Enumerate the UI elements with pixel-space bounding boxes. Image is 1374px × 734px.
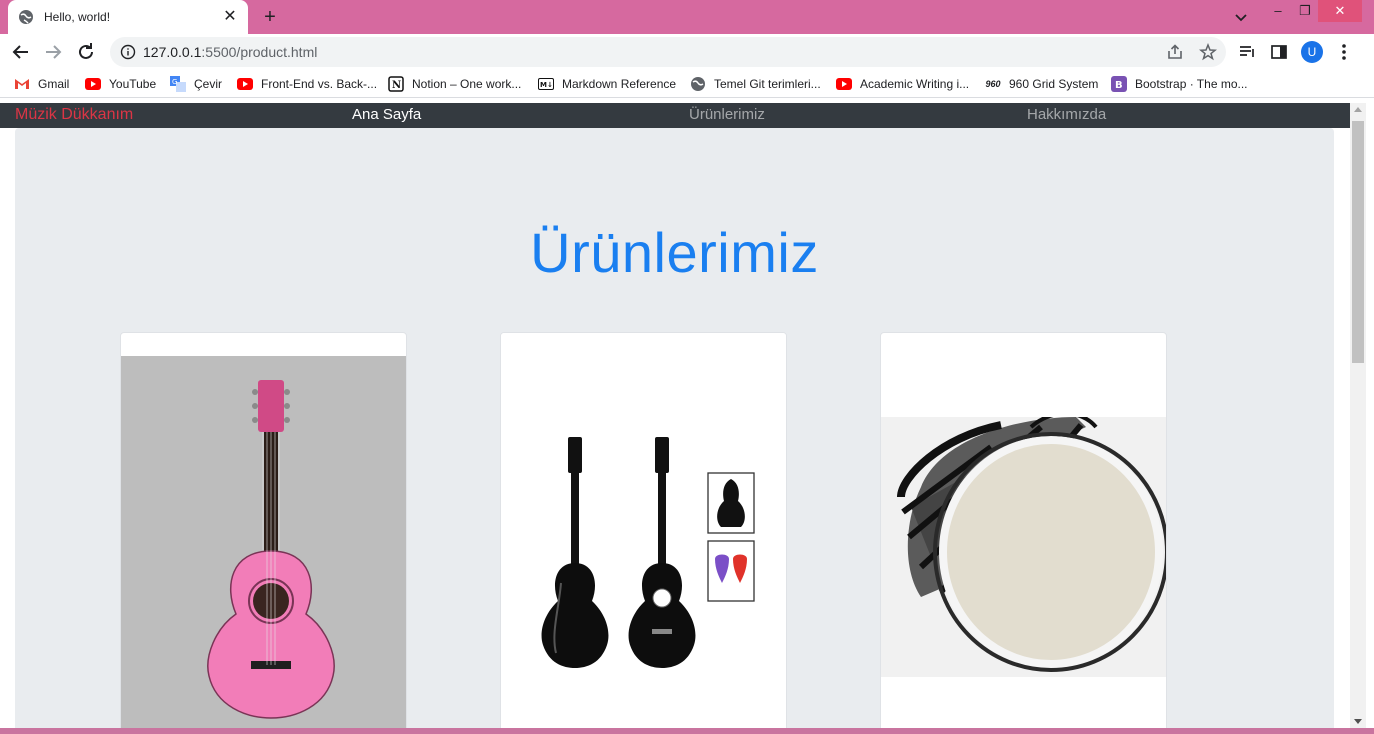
product-card[interactable]: [500, 332, 787, 728]
svg-text:M↓: M↓: [540, 81, 553, 89]
svg-text:N: N: [392, 80, 401, 91]
site-navbar: Müzik Dükkanım Ana Sayfa Ürünlerimiz Hak…: [0, 103, 1350, 128]
navbar-brand[interactable]: Müzik Dükkanım: [15, 106, 133, 124]
window-close-button[interactable]: ✕: [1318, 0, 1362, 22]
globe-icon: [690, 76, 706, 92]
address-bar[interactable]: 127.0.0.1:5500/product.html: [110, 37, 1226, 67]
bookmark-academic-writing[interactable]: Academic Writing i...: [836, 75, 969, 93]
browser-tab-strip: Hello, world! ✕ + – ❐ ✕: [0, 0, 1374, 34]
products-section: Ürünlerimiz: [15, 128, 1334, 728]
scrollbar-thumb[interactable]: [1352, 121, 1364, 363]
scroll-down-arrow-icon[interactable]: [1354, 719, 1362, 724]
nav-link-home[interactable]: Ana Sayfa: [352, 106, 421, 123]
nav-link-products[interactable]: Ürünlerimiz: [689, 106, 765, 123]
close-tab-icon[interactable]: ✕: [222, 9, 238, 25]
black-guitar-set-image: [501, 333, 786, 728]
bookmark-translate[interactable]: G Çevir: [170, 75, 222, 93]
svg-text:B: B: [1115, 80, 1123, 91]
page-viewport: Müzik Dükkanım Ana Sayfa Ürünlerimiz Hak…: [0, 103, 1350, 728]
pink-guitar-image: [121, 356, 406, 728]
bookmark-960-grid[interactable]: 960 960 Grid System: [985, 75, 1098, 93]
translate-icon: G: [170, 76, 186, 92]
bookmark-gmail[interactable]: Gmail: [14, 75, 69, 93]
bookmark-bootstrap[interactable]: B Bootstrap · The mo...: [1111, 75, 1248, 93]
url-text: 127.0.0.1:5500/product.html: [143, 44, 318, 60]
bookmark-frontend-backend[interactable]: Front-End vs. Back-...: [237, 75, 377, 93]
new-tab-button[interactable]: +: [258, 6, 282, 28]
scroll-up-arrow-icon[interactable]: [1354, 107, 1362, 112]
reload-icon[interactable]: [74, 40, 98, 64]
forward-arrow-icon[interactable]: [41, 40, 65, 64]
nav-link-about[interactable]: Hakkımızda: [1027, 106, 1106, 123]
star-icon[interactable]: [1199, 43, 1217, 61]
more-menu-icon[interactable]: [1336, 42, 1352, 62]
restore-button[interactable]: ❐: [1291, 0, 1319, 22]
bootstrap-icon: B: [1111, 76, 1127, 92]
notion-icon: N: [388, 76, 404, 92]
product-card[interactable]: [120, 332, 407, 728]
gmail-icon: [14, 76, 30, 92]
browser-toolbar: 127.0.0.1:5500/product.html U: [0, 34, 1374, 70]
side-panel-icon[interactable]: [1270, 43, 1288, 61]
minimize-button[interactable]: –: [1264, 0, 1292, 22]
window-edge: [1366, 103, 1374, 728]
tab-title: Hello, world!: [44, 10, 111, 24]
share-icon[interactable]: [1166, 43, 1184, 61]
back-arrow-icon[interactable]: [9, 40, 33, 64]
globe-icon: [19, 10, 33, 24]
svg-text:G: G: [172, 78, 177, 86]
os-taskbar: [0, 728, 1374, 734]
reading-list-icon[interactable]: [1238, 43, 1256, 61]
browser-tab[interactable]: Hello, world! ✕: [8, 0, 248, 34]
youtube-icon: [85, 76, 101, 92]
bookmark-git-terms[interactable]: Temel Git terimleri...: [690, 75, 821, 93]
bookmark-markdown[interactable]: M↓ Markdown Reference: [538, 75, 676, 93]
chevron-down-icon[interactable]: [1230, 6, 1252, 28]
vertical-scrollbar[interactable]: [1350, 103, 1366, 728]
bookmark-notion[interactable]: N Notion – One work...: [388, 75, 521, 93]
bookmark-youtube[interactable]: YouTube: [85, 75, 156, 93]
drum-image: [881, 417, 1166, 677]
grid960-icon: 960: [985, 79, 1001, 89]
page-title: Ürünlerimiz: [530, 221, 819, 284]
youtube-icon: [836, 76, 852, 92]
product-card[interactable]: [880, 332, 1167, 728]
markdown-icon: M↓: [538, 76, 554, 92]
youtube-icon: [237, 76, 253, 92]
bookmarks-bar: Gmail YouTube G Çevir Front-End vs. Back…: [0, 70, 1374, 98]
site-info-icon[interactable]: [120, 44, 136, 60]
profile-avatar[interactable]: U: [1301, 41, 1323, 63]
